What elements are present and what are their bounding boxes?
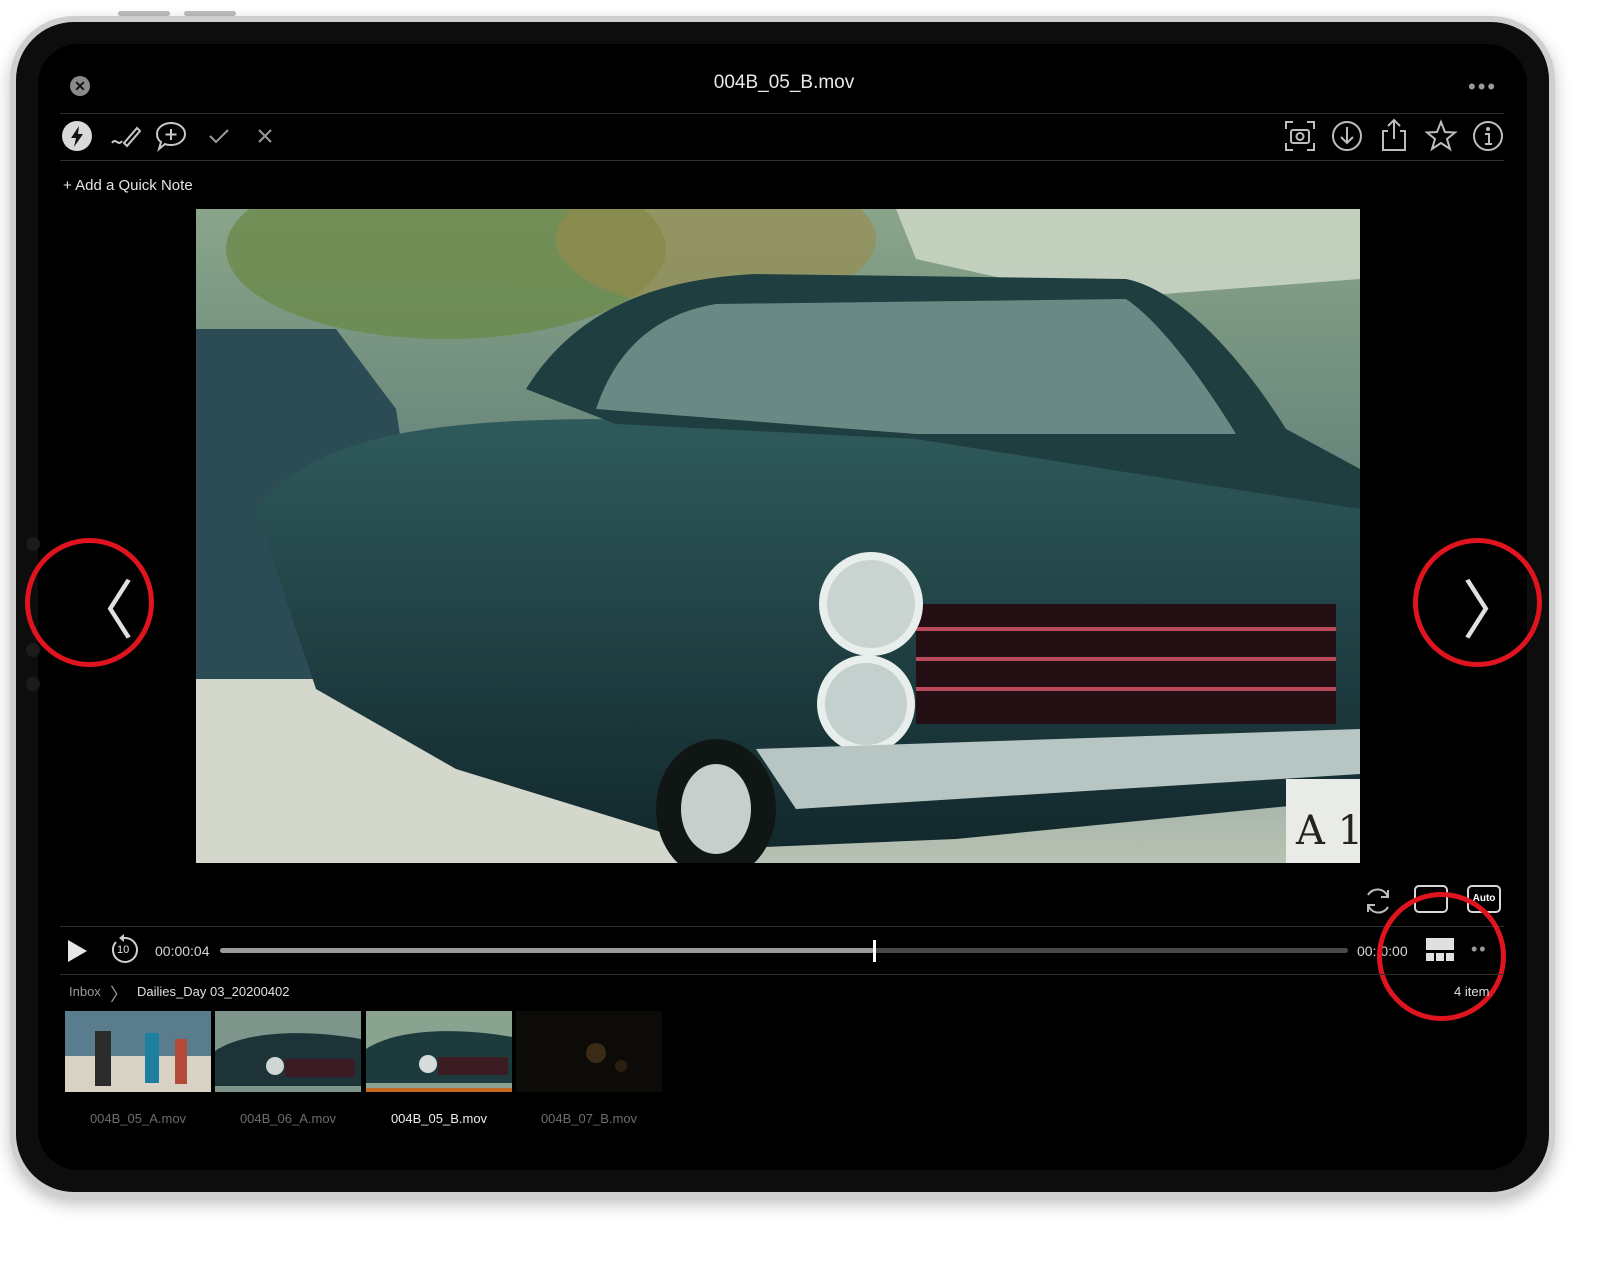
video-frame-image: A 1 <box>196 209 1360 863</box>
check-icon[interactable] <box>207 126 231 146</box>
thumbnail-label: 004B_05_B.mov <box>390 1111 488 1126</box>
flash-icon[interactable] <box>61 120 93 152</box>
highlight-ring <box>25 538 154 667</box>
thumbnail-image <box>215 1011 361 1092</box>
highlight-ring <box>1377 892 1506 1021</box>
thumbnail-image <box>516 1011 662 1092</box>
snapshot-icon[interactable] <box>1283 119 1317 153</box>
current-time: 00:00:04 <box>155 943 210 959</box>
thumbnail-label: 004B_05_A.mov <box>89 1111 187 1126</box>
refresh-icon[interactable] <box>1362 885 1394 917</box>
svg-text:A 1: A 1 <box>1295 808 1360 854</box>
share-icon[interactable] <box>1378 117 1410 153</box>
x-icon[interactable] <box>256 127 274 145</box>
thumbnail-item[interactable] <box>516 1011 662 1092</box>
breadcrumb-folder[interactable]: Dailies_Day 03_20200402 <box>137 984 290 999</box>
pen-icon[interactable] <box>108 121 142 151</box>
item-count: 4 item <box>1454 984 1490 999</box>
video-player[interactable]: A 1 <box>196 209 1360 863</box>
camera-sensor <box>26 677 40 691</box>
thumbnail-image <box>65 1011 211 1092</box>
divider <box>60 974 1504 975</box>
thumbnail-image <box>366 1011 512 1092</box>
thumbnail-item[interactable] <box>366 1011 512 1092</box>
add-quick-note-button[interactable]: + Add a Quick Note <box>63 177 193 194</box>
download-icon[interactable] <box>1330 119 1364 153</box>
more-icon[interactable]: ••• <box>1468 74 1497 100</box>
breadcrumb-root[interactable]: Inbox <box>69 984 101 999</box>
page-title: 004B_05_B.mov <box>713 72 855 93</box>
info-icon[interactable] <box>1471 119 1505 153</box>
thumbnail-item[interactable] <box>215 1011 361 1092</box>
thumbnail-item[interactable] <box>65 1011 211 1092</box>
comment-icon[interactable] <box>154 119 188 153</box>
active-indicator <box>366 1088 512 1092</box>
star-icon[interactable] <box>1424 119 1458 153</box>
scrubber-progress <box>220 948 875 953</box>
scrubber-handle[interactable] <box>873 940 877 962</box>
highlight-ring <box>1413 538 1542 667</box>
camera-sensor <box>26 643 40 657</box>
divider <box>60 160 1504 161</box>
thumbnail-label: 004B_06_A.mov <box>239 1111 337 1126</box>
camera-sensor <box>26 537 40 551</box>
chevron-right-icon: 〉 <box>110 985 128 1005</box>
divider <box>60 113 1504 114</box>
play-icon[interactable] <box>64 937 90 965</box>
divider <box>60 926 1504 927</box>
thumbnail-label: 004B_07_B.mov <box>540 1111 638 1126</box>
replay-seconds-label: 10 <box>117 944 130 956</box>
replay-10-button[interactable]: 10 <box>108 934 140 966</box>
